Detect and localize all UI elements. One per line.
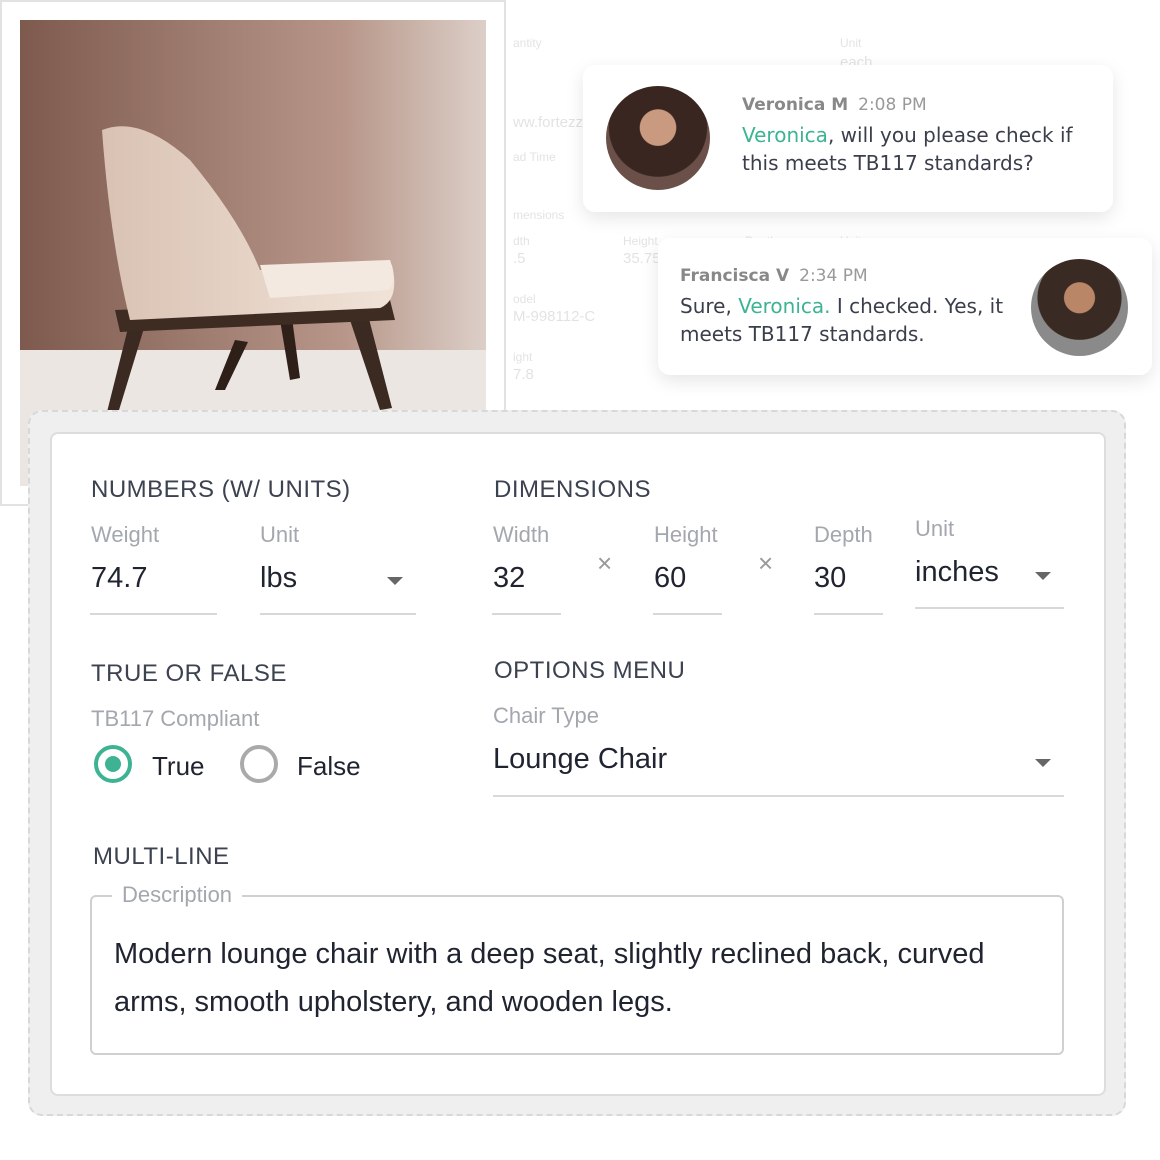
chevron-down-icon[interactable] xyxy=(1035,572,1051,580)
chair-type-underline xyxy=(493,795,1064,797)
avatar xyxy=(606,86,710,190)
chat-message: Veronica M 2:08 PM Veronica, will you ple… xyxy=(583,65,1113,212)
sender-name: Veronica M xyxy=(742,95,849,115)
mention[interactable]: Veronica. xyxy=(738,294,830,318)
section-title: MULTI-LINE xyxy=(93,843,230,870)
ghost-label: odel xyxy=(513,292,536,306)
ghost-label: antity xyxy=(513,36,542,50)
section-title: TRUE OR FALSE xyxy=(91,660,287,687)
message-text: Veronica, will you please check if this … xyxy=(742,121,1102,177)
times-icon: × xyxy=(758,548,774,578)
message-time: 2:08 PM xyxy=(858,95,927,115)
section-title: OPTIONS MENU xyxy=(494,657,686,684)
chevron-down-icon[interactable] xyxy=(1035,759,1051,767)
ghost-value: 7.8 xyxy=(513,366,534,383)
sender-name: Francisca V xyxy=(680,266,790,286)
ghost-label: dth xyxy=(513,234,530,248)
unit-label: Unit xyxy=(260,522,300,547)
ghost-value: .5 xyxy=(513,250,526,267)
depth-label: Depth xyxy=(814,522,873,547)
weight-underline xyxy=(90,613,217,615)
dimension-unit-underline xyxy=(915,607,1064,609)
times-icon: × xyxy=(597,548,613,578)
ghost-value: 35.75 xyxy=(623,250,661,267)
section-title: DIMENSIONS xyxy=(494,476,652,503)
message-time: 2:34 PM xyxy=(799,266,868,286)
width-label: Width xyxy=(493,522,550,547)
radio-false-label[interactable]: False xyxy=(297,751,361,782)
height-input[interactable]: 60 xyxy=(654,562,686,595)
dimension-unit-label: Unit xyxy=(915,516,955,541)
depth-input[interactable]: 30 xyxy=(814,562,846,595)
height-label: Height xyxy=(654,522,718,547)
chevron-down-icon[interactable] xyxy=(387,577,403,585)
description-value[interactable]: Modern lounge chair with a deep seat, sl… xyxy=(114,930,1044,1026)
width-input[interactable]: 32 xyxy=(493,562,525,595)
weight-label: Weight xyxy=(91,522,160,547)
dimension-unit-select[interactable]: inches xyxy=(915,556,999,589)
ghost-label: Unit xyxy=(840,36,862,50)
ghost-value: M-998112-C xyxy=(513,308,596,325)
chair-type-label: Chair Type xyxy=(493,703,599,728)
description-label: Description xyxy=(112,882,243,908)
tb117-label: TB117 Compliant xyxy=(91,706,260,731)
message-prefix: Sure, xyxy=(680,294,739,318)
radio-true-label[interactable]: True xyxy=(152,751,205,782)
height-underline xyxy=(653,613,722,615)
chair-type-select[interactable]: Lounge Chair xyxy=(493,743,667,776)
chat-message: Francisca V 2:34 PM Sure, Veronica. I che… xyxy=(658,238,1152,375)
ghost-label: Height xyxy=(623,234,658,248)
width-underline xyxy=(492,613,561,615)
ghost-value: ww.fortezz xyxy=(513,114,584,131)
section-title: NUMBERS (W/ UNITS) xyxy=(91,476,351,503)
avatar xyxy=(1031,259,1128,356)
weight-input[interactable]: 74.7 xyxy=(91,562,147,595)
message-text: Sure, Veronica. I checked. Yes, it meets… xyxy=(680,292,1010,348)
weight-unit-select[interactable]: lbs xyxy=(260,562,297,595)
unit-underline xyxy=(260,613,416,615)
radio-true[interactable] xyxy=(94,745,132,783)
depth-underline xyxy=(814,613,883,615)
mention[interactable]: Veronica xyxy=(742,123,828,147)
ghost-label: ight xyxy=(513,350,533,364)
ghost-label: mensions xyxy=(513,208,565,222)
ghost-label: ad Time xyxy=(513,150,556,164)
radio-false[interactable] xyxy=(240,745,278,783)
